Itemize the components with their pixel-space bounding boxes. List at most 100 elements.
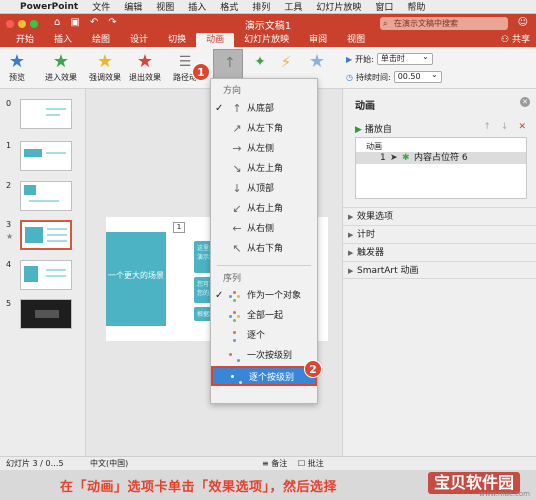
section-effect-options[interactable]: ▶ 效果选项 — [343, 207, 536, 225]
chevron-right-icon: ▶ — [348, 249, 354, 257]
close-icon[interactable]: ✕ — [520, 97, 530, 107]
notes-button[interactable]: ≡ 备注 — [262, 457, 287, 470]
menu-tools[interactable]: 工具 — [284, 0, 302, 13]
tab-review[interactable]: 审阅 — [299, 33, 337, 47]
chevron-right-icon: ▶ — [348, 231, 354, 239]
menu-separator — [217, 265, 311, 266]
slide-thumbnail-pane[interactable]: 0 1 2 3 ★ 4 5 — [0, 89, 86, 456]
direction-from-top-left[interactable]: ↘ 从左上角 — [211, 159, 317, 179]
search-placeholder: 在演示文稿中搜索 — [394, 19, 458, 28]
delete-animation-icon[interactable]: ✕ — [518, 122, 526, 132]
tab-slideshow[interactable]: 幻灯片放映 — [234, 33, 299, 47]
direction-from-top-right[interactable]: ↙ 从右上角 — [211, 199, 317, 219]
tab-design[interactable]: 设计 — [120, 33, 158, 47]
menu-format[interactable]: 格式 — [220, 0, 238, 13]
watermark-url: www.mac.com — [479, 490, 530, 498]
language-status[interactable]: 中文(中国) — [90, 457, 128, 470]
start-dropdown[interactable]: 单击时 — [376, 52, 433, 65]
clock-icon: ◷ — [346, 72, 353, 82]
caption-text: 在「动画」选项卡单击「效果选项」，然后选择 — [60, 480, 338, 495]
menu-insert[interactable]: 插入 — [188, 0, 206, 13]
comments-button[interactable]: ☐ 批注 — [298, 457, 324, 470]
menu-edit[interactable]: 编辑 — [124, 0, 142, 13]
tab-transitions[interactable]: 切换 — [158, 33, 196, 47]
tab-view[interactable]: 视图 — [337, 33, 375, 47]
chevron-right-icon: ▶ — [348, 267, 354, 275]
animation-target-label: 内容占位符 6 — [414, 153, 468, 163]
arrow-down-right-icon: ↘ — [232, 162, 242, 175]
play-from-button[interactable]: ▶ 播放自 — [355, 122, 392, 135]
app-name[interactable]: PowerPoint — [20, 2, 78, 12]
tab-draw[interactable]: 绘图 — [82, 33, 120, 47]
entrance-star-icon: ★ — [52, 51, 70, 72]
direction-from-bottom[interactable]: ✓ ↑ 从底部 — [211, 99, 317, 119]
animation-pane-button[interactable]: ★ — [304, 51, 330, 73]
search-icon: ⌕ — [383, 19, 388, 28]
duration-stepper[interactable]: 00.50 — [393, 70, 442, 83]
lightning-icon: ⚡ — [280, 53, 292, 71]
entrance-effects-button[interactable]: ★ 进入效果 — [44, 51, 78, 83]
search-field[interactable]: ⌕ 在演示文稿中搜索 — [380, 17, 508, 30]
sequence-by-paragraph[interactable]: 逐个 — [211, 326, 317, 346]
start-setting: ▶ 开始: 单击时 — [346, 52, 433, 65]
share-button[interactable]: ⚇ 共享 — [501, 33, 530, 47]
section-timing[interactable]: ▶ 计时 — [343, 225, 536, 243]
move-up-icon[interactable]: ↑ — [483, 122, 491, 132]
preview-button[interactable]: ★ 预览 — [4, 51, 30, 83]
menu-file[interactable]: 文件 — [92, 0, 110, 13]
add-animation-button[interactable]: ✦ — [250, 51, 270, 73]
arrow-left-icon: ← — [232, 222, 242, 235]
direction-from-bottom-left[interactable]: ↗ 从左下角 — [211, 119, 317, 139]
step-badge-2: 2 — [304, 360, 322, 378]
reorder-controls: ↑ ↓ ✕ — [483, 122, 526, 132]
animation-list-row[interactable]: 1 ➤ ✱ 内容占位符 6 — [356, 152, 526, 164]
tab-home[interactable]: 开始 — [6, 33, 44, 47]
sequence-as-one-object[interactable]: ✓ 作为一个对象 — [211, 286, 317, 306]
up-arrow-icon: ↑ — [224, 55, 236, 71]
tab-insert[interactable]: 插入 — [44, 33, 82, 47]
by-level-icon — [229, 351, 241, 363]
direction-from-right[interactable]: ← 从右侧 — [211, 219, 317, 239]
cursor-icon: ➤ — [390, 153, 398, 163]
ribbon-tab-bar: 开始 插入 绘图 设计 切换 动画 幻灯片放映 审阅 视图 ⚇ 共享 — [0, 33, 536, 47]
trigger-button[interactable]: ⚡ — [276, 51, 296, 73]
animation-index: 1 — [380, 153, 386, 163]
direction-from-bottom-right[interactable]: ↖ 从右下角 — [211, 239, 317, 259]
status-bar: 幻灯片 3 / 0…5 中文(中国) ≡ 备注 ☐ 批注 — [0, 456, 536, 470]
play-icon: ▶ — [355, 125, 362, 135]
sequence-all-at-once[interactable]: 全部一起 — [211, 306, 317, 326]
effect-options-button[interactable]: ↑ — [213, 49, 243, 81]
feedback-smiley-icon[interactable]: ☺ — [518, 17, 528, 28]
menu-arrange[interactable]: 排列 — [252, 0, 270, 13]
tab-animations[interactable]: 动画 — [196, 33, 235, 47]
direction-from-top[interactable]: ↓ 从顶部 — [211, 179, 317, 199]
checkmark-icon: ✓ — [215, 103, 224, 114]
tutorial-caption: 在「动画」选项卡单击「效果选项」，然后选择 宝贝软件园 www.mac.com — [0, 470, 536, 500]
menu-view[interactable]: 视图 — [156, 0, 174, 13]
move-down-icon[interactable]: ↓ — [501, 122, 509, 132]
menu-window[interactable]: 窗口 — [375, 0, 393, 13]
step-badge-1: 1 — [192, 63, 210, 81]
exit-effects-button[interactable]: ★ 退出效果 — [128, 51, 162, 83]
emphasis-effects-button[interactable]: ★ 强调效果 — [88, 51, 122, 83]
sequence-one-by-one-by-level[interactable]: 逐个按级别 — [211, 366, 317, 386]
arrow-up-left-icon: ↖ — [232, 242, 242, 255]
arrow-down-left-icon: ↙ — [232, 202, 242, 215]
animation-list: 动画 1 ➤ ✱ 内容占位符 6 — [355, 137, 527, 199]
sequence-all-at-once-by-level[interactable]: 一次按级别 — [211, 346, 317, 366]
direction-header: 方向 — [223, 86, 242, 96]
by-paragraph-icon — [229, 331, 241, 343]
section-triggers[interactable]: ▶ 触发器 — [343, 243, 536, 261]
direction-from-left[interactable]: → 从左侧 — [211, 139, 317, 159]
preview-star-icon: ★ — [8, 51, 26, 72]
notes-icon: ≡ — [262, 459, 272, 468]
entrance-effect-icon: ✱ — [402, 153, 410, 163]
slide-title-block[interactable]: 一个更大的场景 — [106, 232, 166, 326]
menu-slideshow[interactable]: 幻灯片放映 — [316, 0, 361, 13]
menu-help[interactable]: 帮助 — [407, 0, 425, 13]
comments-icon: ☐ — [298, 459, 308, 468]
section-smartart-animation[interactable]: ▶ SmartArt 动画 — [343, 261, 536, 279]
start-icon: ▶ — [346, 54, 353, 64]
as-one-object-icon — [229, 291, 241, 303]
arrow-down-icon: ↓ — [232, 182, 242, 195]
